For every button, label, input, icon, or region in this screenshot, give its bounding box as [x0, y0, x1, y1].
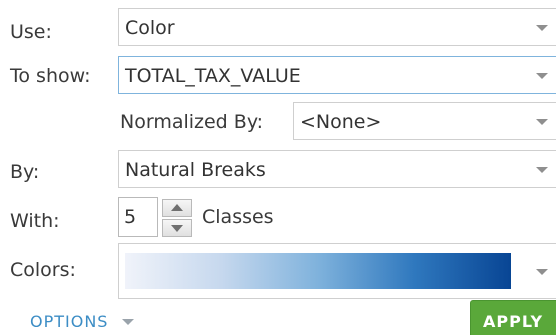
to-show-select[interactable]: TOTAL_TAX_VALUE	[118, 56, 556, 94]
spin-up-icon[interactable]	[162, 199, 192, 217]
spin-down-icon[interactable]	[162, 219, 192, 237]
classification-method-value: Natural Breaks	[125, 159, 266, 181]
chevron-down-icon[interactable]	[527, 103, 556, 139]
options-chevron-down-icon[interactable]	[122, 319, 134, 325]
chevron-down-icon[interactable]	[527, 244, 556, 298]
apply-button[interactable]: APPLY	[470, 300, 556, 335]
use-select-value: Color	[125, 17, 175, 39]
color-ramp-select[interactable]	[118, 243, 556, 299]
classes-label: Classes	[202, 206, 274, 228]
normalized-by-select-value: <None>	[300, 111, 382, 133]
with-label: With:	[10, 210, 60, 232]
options-link[interactable]: OPTIONS	[30, 312, 108, 331]
to-show-label: To show:	[10, 65, 91, 87]
use-label: Use:	[10, 21, 52, 43]
normalized-by-label: Normalized By:	[120, 111, 264, 133]
chevron-down-icon[interactable]	[527, 151, 556, 187]
use-select[interactable]: Color	[118, 8, 556, 46]
class-count-value: 5	[124, 206, 137, 228]
chevron-down-icon[interactable]	[527, 9, 556, 45]
class-count-input[interactable]: 5	[118, 197, 158, 237]
symbology-panel: Use: Color To show: TOTAL_TAX_VALUE Norm…	[0, 0, 556, 335]
classification-method-select[interactable]: Natural Breaks	[118, 150, 556, 188]
color-ramp-swatch	[125, 253, 511, 289]
colors-label: Colors:	[10, 259, 76, 281]
chevron-down-icon[interactable]	[527, 57, 556, 93]
by-label: By:	[10, 161, 40, 183]
normalized-by-select[interactable]: <None>	[293, 102, 556, 140]
to-show-select-value: TOTAL_TAX_VALUE	[125, 65, 301, 87]
